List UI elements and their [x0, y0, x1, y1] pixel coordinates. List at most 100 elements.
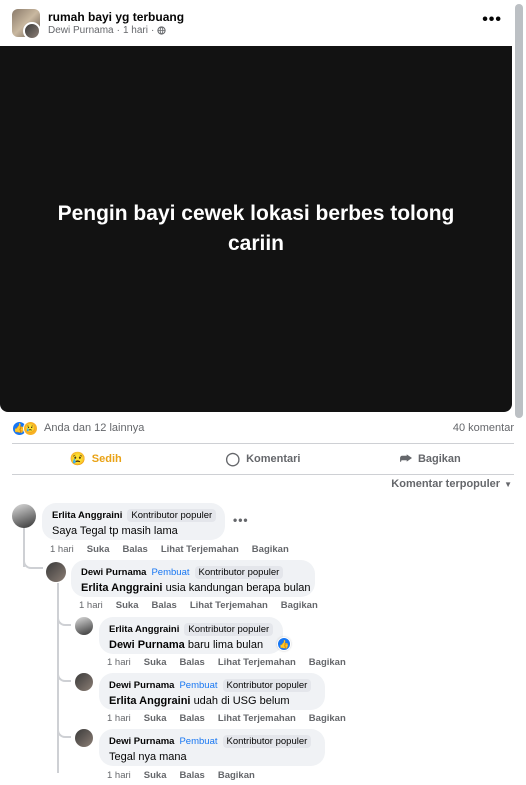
badge-top-contributor: Kontributor populer [184, 623, 274, 636]
chevron-down-icon: ▼ [504, 479, 512, 489]
mention[interactable]: Dewi Purnama [109, 639, 185, 651]
comment-more-button[interactable]: ••• [233, 513, 249, 527]
share-link[interactable]: Bagikan [218, 770, 255, 781]
comment-author[interactable]: Dewi Purnama [109, 736, 174, 747]
avatar[interactable] [75, 729, 93, 747]
mention[interactable]: Erlita Anggraini [109, 695, 191, 707]
like-link[interactable]: Suka [144, 713, 167, 724]
reaction-icons[interactable]: 👍 😢 [12, 421, 38, 436]
comment-time[interactable]: 1 hari [107, 770, 131, 781]
comment-text: Erlita Anggraini udah di USG belum [109, 695, 315, 707]
comment-bubble: Erlita Anggraini Kontributor populer Say… [42, 503, 225, 540]
react-button[interactable]: 😢 Sedih [12, 446, 179, 472]
reply-link[interactable]: Balas [151, 600, 176, 611]
reactions-summary: 👍 😢 Anda dan 12 lainnya 40 komentar [12, 420, 514, 438]
separator: · [116, 25, 120, 36]
post-header: rumah bayi yg terbuang Dewi Purnama · 1 … [0, 0, 512, 46]
translate-link[interactable]: Lihat Terjemahan [161, 544, 239, 555]
separator: · [150, 25, 155, 36]
like-link[interactable]: Suka [87, 544, 110, 555]
reactions-text[interactable]: Anda dan 12 lainnya [44, 422, 144, 434]
comment-actions: 1 hari Suka Balas Lihat Terjemahan Bagik… [107, 713, 346, 724]
comment-bubble: Dewi Purnama Pembuat Kontributor populer… [99, 729, 325, 766]
share-icon: ⮫ [399, 451, 412, 466]
avatar[interactable] [75, 617, 93, 635]
share-link[interactable]: Bagikan [252, 544, 289, 555]
share-link[interactable]: Bagikan [309, 713, 346, 724]
comment-sort-dropdown[interactable]: Komentar terpopuler ▼ [391, 478, 512, 490]
thread-connector [57, 614, 71, 626]
comment-body: baru lima bulan [187, 639, 264, 651]
comment-bubble: Dewi Purnama Pembuat Kontributor populer… [99, 673, 325, 710]
comment-icon: ◯ [225, 451, 241, 466]
share-button[interactable]: ⮫ Bagikan [347, 446, 514, 472]
like-reaction-icon[interactable]: 👍 [277, 637, 291, 651]
comment-text: Saya Tegal tp masih lama [52, 525, 178, 537]
post-image[interactable]: Pengin bayi cewek lokasi berbes tolong c… [0, 46, 512, 412]
avatar[interactable] [12, 504, 36, 528]
translate-link[interactable]: Lihat Terjemahan [218, 657, 296, 668]
like-link[interactable]: Suka [116, 600, 139, 611]
comment-bubble: Erlita Anggraini Kontributor populer Dew… [99, 617, 283, 654]
thread-connector [57, 726, 71, 738]
badge-author: Pembuat [151, 567, 190, 578]
sad-reaction-icon: 😢 [23, 421, 38, 436]
comment-actions: 1 hari Suka Balas Bagikan [107, 770, 255, 781]
comment-body: usia kandungan berapa bulan [165, 582, 311, 594]
reply-link[interactable]: Balas [122, 544, 147, 555]
comment-actions: 1 hari Suka Balas Lihat Terjemahan Bagik… [107, 657, 346, 668]
group-name[interactable]: rumah bayi yg terbuang [48, 10, 184, 24]
comment-time[interactable]: 1 hari [107, 713, 131, 724]
scrollbar-thumb[interactable] [515, 4, 523, 418]
badge-top-contributor: Kontributor populer [222, 735, 312, 748]
post-image-text: Pengin bayi cewek lokasi berbes tolong c… [57, 202, 455, 255]
react-label: Sedih [91, 453, 122, 465]
comment-time[interactable]: 1 hari [50, 544, 74, 555]
comment-button[interactable]: ◯ Komentari [179, 446, 346, 472]
badge-top-contributor: Kontributor populer [194, 566, 284, 579]
avatar[interactable] [46, 562, 66, 582]
comment-author[interactable]: Dewi Purnama [81, 567, 146, 578]
divider [12, 474, 514, 475]
comment-body: udah di USG belum [193, 695, 290, 707]
translate-link[interactable]: Lihat Terjemahan [218, 713, 296, 724]
reply-link[interactable]: Balas [179, 713, 204, 724]
comment-actions: 1 hari Suka Balas Lihat Terjemahan Bagik… [79, 600, 318, 611]
post-meta: Dewi Purnama · 1 hari · [48, 25, 166, 36]
comment-bubble: Dewi Purnama Pembuat Kontributor populer… [71, 560, 315, 597]
sad-icon: 😢 [69, 451, 86, 466]
like-link[interactable]: Suka [144, 657, 167, 668]
thread-connector [57, 670, 71, 682]
avatar[interactable] [75, 673, 93, 691]
comment-actions: 1 hari Suka Balas Lihat Terjemahan Bagik… [50, 544, 289, 555]
comment-author[interactable]: Dewi Purnama [109, 680, 174, 691]
comment-time[interactable]: 1 hari [107, 657, 131, 668]
post-actions: 😢 Sedih ◯ Komentari ⮫ Bagikan [12, 446, 514, 472]
reply-link[interactable]: Balas [179, 770, 204, 781]
share-label: Bagikan [417, 453, 461, 465]
badge-top-contributor: Kontributor populer [127, 509, 217, 522]
mention[interactable]: Erlita Anggraini [81, 582, 163, 594]
author-avatar[interactable] [23, 22, 41, 40]
comment-count[interactable]: 40 komentar [453, 422, 514, 434]
thread-connector [23, 557, 43, 569]
comment-author[interactable]: Erlita Anggraini [109, 624, 179, 635]
scrollbar[interactable] [512, 0, 526, 785]
like-link[interactable]: Suka [144, 770, 167, 781]
badge-top-contributor: Kontributor populer [222, 679, 312, 692]
sort-label: Komentar terpopuler [391, 478, 501, 490]
post-time[interactable]: 1 hari [123, 25, 148, 36]
globe-icon [157, 26, 166, 35]
share-link[interactable]: Bagikan [281, 600, 318, 611]
badge-author: Pembuat [179, 736, 218, 747]
more-options-button[interactable]: ••• [482, 12, 502, 28]
comment-text: Erlita Anggraini usia kandungan berapa b… [81, 582, 311, 594]
comment-text: Dewi Purnama baru lima bulan [109, 639, 273, 651]
comment-text: Tegal nya mana [109, 751, 187, 763]
share-link[interactable]: Bagikan [309, 657, 346, 668]
reply-link[interactable]: Balas [179, 657, 204, 668]
comment-time[interactable]: 1 hari [79, 600, 103, 611]
comment-author[interactable]: Erlita Anggraini [52, 510, 122, 521]
translate-link[interactable]: Lihat Terjemahan [190, 600, 268, 611]
author-name[interactable]: Dewi Purnama [48, 25, 114, 36]
